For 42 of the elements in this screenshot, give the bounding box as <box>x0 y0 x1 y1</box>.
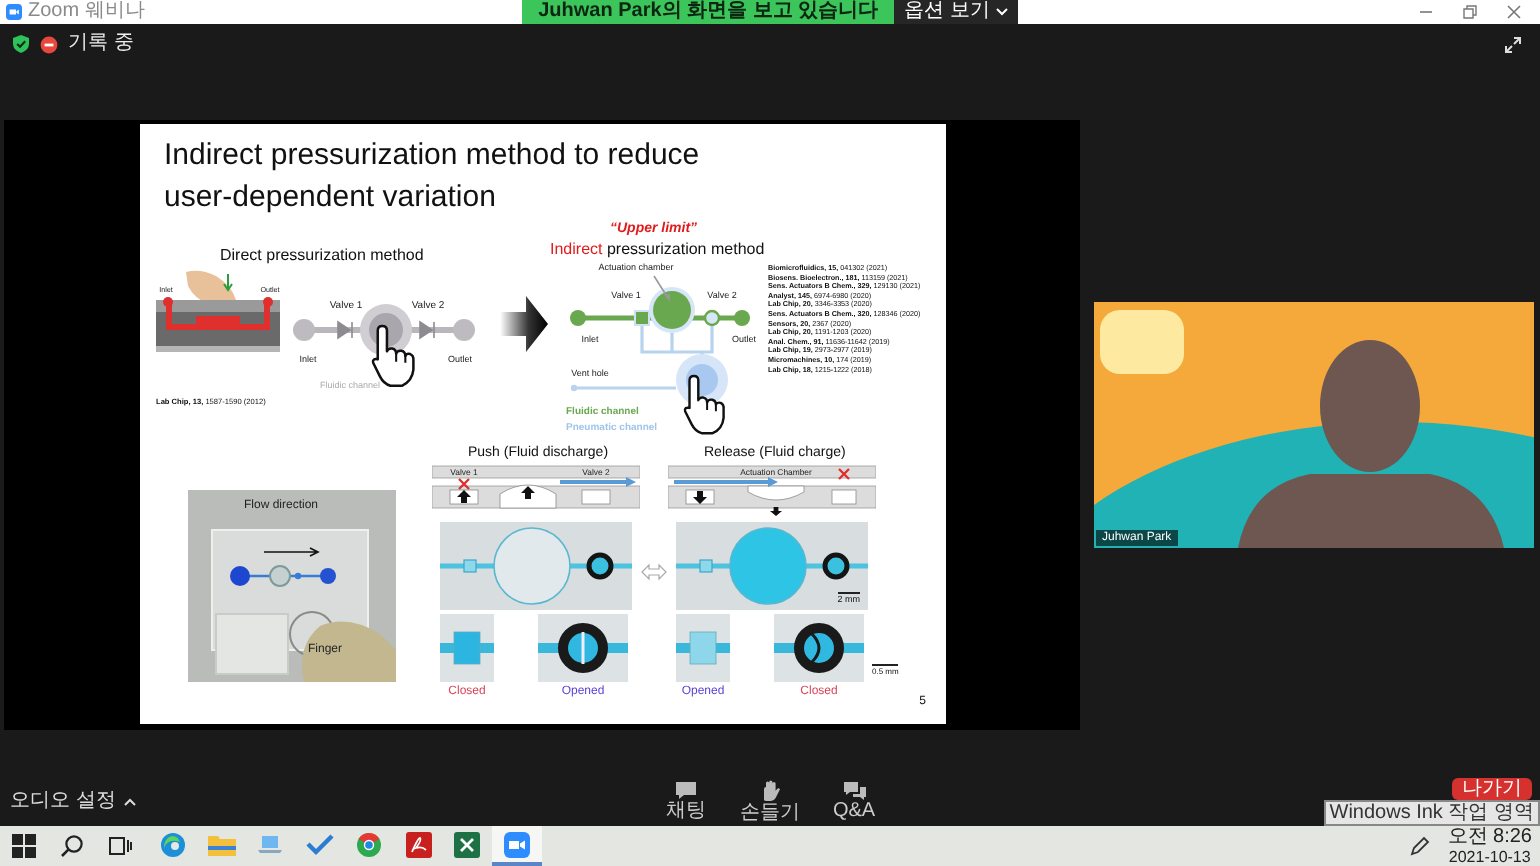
start-menu-icon <box>12 834 36 858</box>
logo-placeholder <box>1100 310 1184 374</box>
close-icon[interactable] <box>1506 4 1522 20</box>
tooltip: Windows Ink 작업 영역 <box>1323 800 1540 826</box>
chat-icon <box>674 779 698 799</box>
restore-icon[interactable] <box>1462 4 1478 20</box>
shield-icon[interactable] <box>12 34 30 54</box>
fullscreen-icon[interactable] <box>1504 35 1522 53</box>
chevron-down-icon <box>995 8 1008 16</box>
raised-hand-icon <box>758 779 782 801</box>
browser-icon <box>356 831 383 857</box>
audio-settings-button[interactable]: 오디오 설정 <box>10 789 136 813</box>
hand-button[interactable]: 손들기 <box>736 779 804 823</box>
laptop-icon <box>256 832 285 856</box>
pointing-hand-icon <box>683 374 725 435</box>
chevron-up-icon <box>123 797 136 805</box>
search-icon <box>60 834 84 858</box>
window-title: Zoom 웨비나 <box>28 0 145 24</box>
method-heading: Indirect pressurization method <box>550 238 765 260</box>
browser-icon <box>159 831 186 857</box>
chat-button[interactable]: 채팅 <box>652 779 720 823</box>
clock-date: 2021-10-13 <box>1448 847 1531 865</box>
pdf-icon <box>405 831 432 857</box>
clock-time: 오전 8:26 <box>1447 827 1532 847</box>
right-arrow-icon <box>500 296 550 352</box>
qa-icon <box>841 779 867 799</box>
spreadsheet-icon <box>454 831 481 857</box>
leave-button[interactable]: 나가기 <box>1452 778 1532 800</box>
chip-cross-section-drawing <box>156 270 280 352</box>
checkmark-icon <box>306 832 335 856</box>
pen-icon <box>1409 836 1430 856</box>
double-arrow-icon <box>640 562 668 582</box>
task-view-icon <box>108 834 132 858</box>
taskbar-app[interactable] <box>492 826 542 866</box>
video-camera-icon <box>503 831 530 857</box>
method-heading: Direct pressurization method <box>220 246 424 266</box>
view-options-button[interactable]: 옵션 보기 <box>894 0 1018 24</box>
qa-button[interactable]: Q&A <box>820 779 888 823</box>
slide-title: Indirect pressurization method to reduce user-dependent variation <box>162 136 702 218</box>
recording-label: 기록 중 <box>68 32 134 56</box>
screen-share-banner: Juhwan Park의 화면을 보고 있습니다 <box>522 0 895 24</box>
folder-icon <box>207 832 236 856</box>
